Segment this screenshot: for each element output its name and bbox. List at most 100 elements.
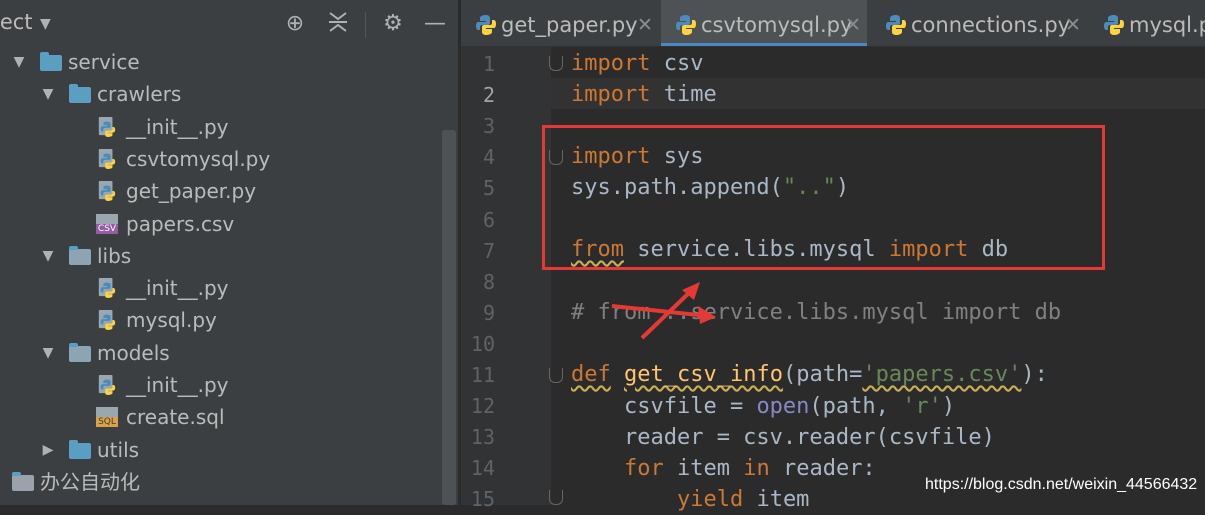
tree-item-label: csvtomysql.py [126, 146, 271, 171]
python-file-icon [98, 278, 116, 299]
python-file-icon [886, 15, 906, 35]
tab-label: mysql.py [1129, 13, 1205, 37]
line-number: 7 [482, 238, 495, 263]
tree-item-label: utils [97, 437, 140, 462]
code-line-12: csvfile = open(path, 'r') [571, 394, 956, 419]
line-number: 8 [482, 269, 495, 294]
code-line-11: def get_csv_info(path='papers.csv'): [571, 362, 1048, 387]
tree-item[interactable]: ▼ models [0, 337, 440, 369]
tree-item-label: libs [97, 243, 132, 268]
tree-item-label: create.sql [126, 405, 225, 430]
tree-item[interactable]: ▶ utils [0, 434, 440, 466]
chevron-down-icon[interactable]: ▼ [10, 46, 28, 78]
chevron-down-icon[interactable]: ▼ [39, 337, 57, 369]
python-file-icon [476, 15, 496, 35]
chevron-down-icon[interactable]: ▼ [39, 78, 57, 110]
project-panel-title[interactable]: ject [0, 10, 33, 34]
tree-item[interactable]: 办公自动化 [0, 466, 440, 498]
code-line-1: import csv [571, 51, 704, 76]
annotation-highlight-box [542, 125, 1105, 270]
tree-item-label: service [68, 50, 140, 74]
folder-icon [69, 439, 91, 459]
fold-marker-icon[interactable] [549, 490, 563, 505]
editor-tab-bar: get_paper.py ✕ csvtomysql.py ✕ connectio… [461, 0, 1205, 47]
chevron-down-icon[interactable]: ▼ [40, 16, 51, 32]
code-line-2: import time [571, 82, 717, 107]
tree-item[interactable]: mysql.py [0, 304, 440, 336]
tree-item-label: crawlers [97, 82, 182, 107]
tree-item[interactable]: ▼ crawlers [0, 78, 440, 110]
folder-icon [40, 52, 62, 71]
folder-icon [69, 84, 91, 104]
line-number: 15 [470, 487, 495, 512]
line-number: 14 [470, 456, 495, 481]
folder-icon [12, 471, 34, 491]
tree-item[interactable]: __init__.py [0, 369, 440, 401]
tab-csvtomysql[interactable]: csvtomysql.py ✕ [661, 0, 867, 46]
tree-item-label: models [97, 340, 170, 365]
header-separator [365, 12, 366, 38]
tree-item[interactable]: __init__.py [0, 111, 440, 143]
code-line-13: reader = csv.reader(csvfile) [571, 425, 995, 450]
line-number-gutter: 1 2 3 4 5 6 7 8 9 10 11 12 13 14 15 [461, 47, 551, 511]
line-number: 4 [482, 145, 495, 170]
folder-icon [69, 342, 91, 362]
tree-item-label: get_paper.py [126, 179, 257, 204]
tree-item[interactable]: SQL create.sql [0, 401, 440, 433]
tab-get-paper[interactable]: get_paper.py ✕ [461, 0, 659, 46]
csv-file-icon: CSV [96, 213, 118, 234]
tree-item-label: __init__.py [126, 373, 229, 397]
python-file-icon [98, 310, 116, 331]
line-number: 13 [470, 425, 495, 450]
project-panel: ject ▼ ⊕ ⚙ — ▼ service ▼ crawlers __init__.p… [0, 0, 458, 505]
chevron-right-icon[interactable]: ▶ [39, 434, 57, 466]
minimize-icon[interactable]: — [421, 10, 449, 38]
close-icon[interactable]: ✕ [845, 0, 861, 50]
tree-item-label: __init__.py [126, 114, 229, 139]
tree-item[interactable]: __init__.py [0, 272, 440, 304]
line-number: 10 [470, 331, 495, 356]
tree-item[interactable]: get_paper.py [0, 175, 440, 207]
line-number: 5 [482, 176, 495, 201]
sql-file-icon: SQL [96, 407, 118, 428]
tab-label: csvtomysql.py [701, 13, 853, 37]
tab-label: connections.py [911, 13, 1071, 37]
locate-icon[interactable]: ⊕ [281, 10, 309, 38]
code-line-14: for item in reader: [623, 456, 876, 481]
project-panel-header: ject ▼ ⊕ ⚙ — [0, 0, 458, 48]
line-number: 3 [482, 114, 495, 139]
watermark-text: https://blog.csdn.net/weixin_44566432 [925, 476, 1198, 493]
fold-marker-icon[interactable] [549, 368, 563, 383]
tree-item[interactable]: ▼ libs [0, 240, 440, 272]
tree-item-label: mysql.py [126, 308, 217, 333]
tab-connections[interactable]: connections.py ✕ [871, 0, 1087, 46]
line-number: 1 [482, 52, 495, 76]
chevron-down-icon[interactable]: ▼ [39, 240, 57, 272]
annotation-arrows-icon [611, 282, 716, 340]
close-icon[interactable]: ✕ [637, 0, 653, 50]
python-file-icon [98, 148, 116, 169]
collapse-all-icon[interactable] [324, 10, 352, 42]
python-file-icon [98, 181, 116, 202]
project-scrollbar[interactable] [442, 130, 456, 505]
line-number: 11 [470, 363, 495, 387]
tree-item-label: 办公自动化 [40, 469, 140, 494]
folder-icon [69, 245, 91, 265]
python-file-icon [98, 375, 116, 395]
fold-marker-icon[interactable] [549, 56, 563, 71]
line-number: 9 [482, 300, 495, 325]
tree-item[interactable]: csvtomysql.py [0, 143, 440, 175]
line-number: 2 [482, 83, 495, 108]
tree-item[interactable]: ▼ service [0, 46, 440, 78]
python-file-icon [1104, 15, 1124, 35]
tab-label: get_paper.py [501, 13, 638, 37]
python-file-icon [98, 116, 116, 137]
tree-item-label: __init__.py [126, 276, 229, 301]
code-line-15: yield item [676, 487, 810, 512]
close-icon[interactable]: ✕ [1065, 0, 1081, 50]
python-file-icon [676, 15, 696, 35]
line-number: 6 [482, 207, 495, 232]
tree-item[interactable]: CSV papers.csv [0, 208, 440, 240]
gear-icon[interactable]: ⚙ [379, 10, 407, 38]
tab-mysql[interactable]: mysql.py [1089, 0, 1205, 46]
